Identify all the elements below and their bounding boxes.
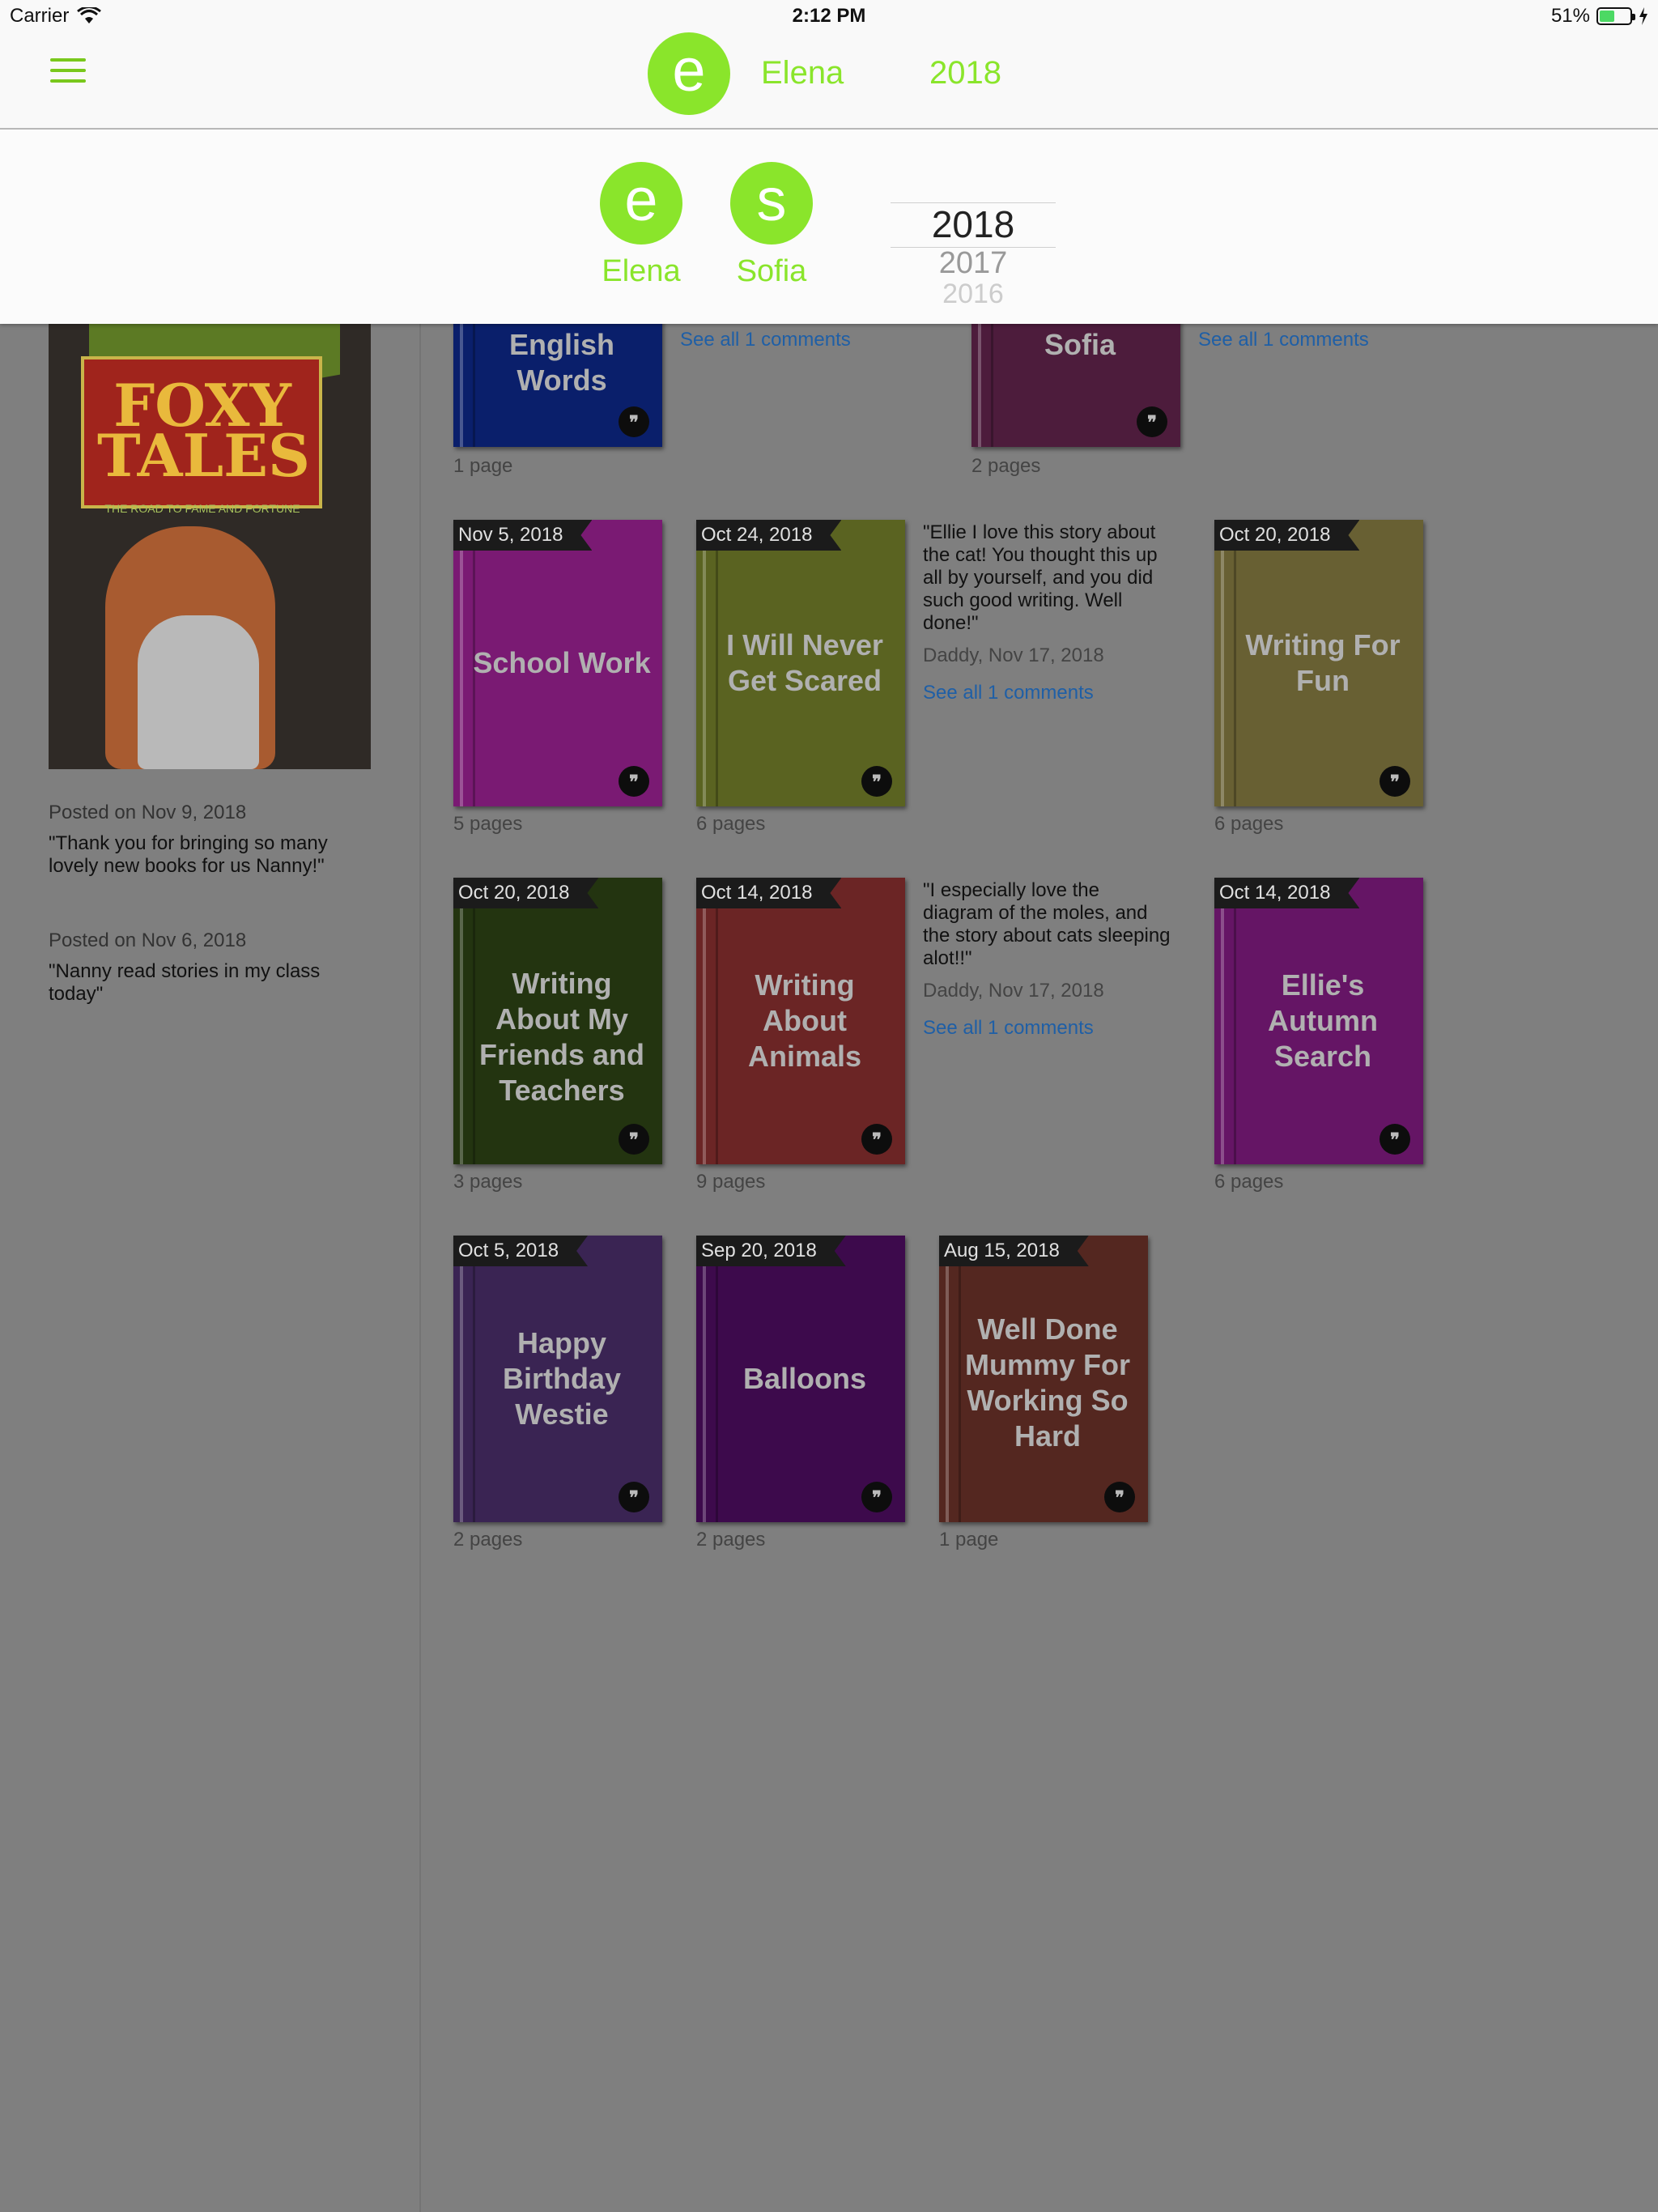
quote-icon[interactable]: ❞ bbox=[1137, 406, 1167, 437]
nav-year[interactable]: 2018 bbox=[929, 55, 1001, 91]
quote-icon[interactable]: ❞ bbox=[1380, 766, 1410, 797]
battery-fill bbox=[1600, 11, 1614, 22]
quote-icon[interactable]: ❞ bbox=[619, 1482, 649, 1512]
book-title: Balloons bbox=[742, 1362, 866, 1395]
year-option[interactable]: 2017 bbox=[891, 246, 1056, 280]
comment-author: Daddy, Nov 17, 2018 bbox=[923, 644, 1104, 666]
page-count: 1 page bbox=[453, 455, 513, 477]
nav-user-avatar[interactable]: e bbox=[648, 32, 730, 115]
book-card[interactable]: Happy Birthday Westie Oct 5, 2018 ❞ bbox=[453, 1236, 662, 1522]
post-date: Posted on Nov 6, 2018 bbox=[49, 929, 247, 951]
picker-user-name: Sofia bbox=[736, 254, 807, 288]
status-bar: Carrier 2:12 PM 51% bbox=[0, 0, 1658, 32]
page-count: 6 pages bbox=[1214, 1171, 1284, 1193]
book-card[interactable]: Writing About My Friends and Teachers Oc… bbox=[453, 878, 662, 1164]
nav-user-name[interactable]: Elena bbox=[761, 55, 844, 91]
quote-icon[interactable]: ❞ bbox=[1380, 1124, 1410, 1155]
comment-text: "Ellie I love this story about the cat! … bbox=[923, 521, 1158, 634]
picker-user-elena[interactable]: e Elena bbox=[593, 162, 690, 289]
book-card[interactable]: I Will Never Get Scared Oct 24, 2018 ❞ bbox=[696, 520, 905, 806]
sidebar-divider bbox=[419, 324, 421, 2212]
book-card[interactable]: Balloons Sep 20, 2018 ❞ bbox=[696, 1236, 905, 1522]
book-card[interactable]: Writing About Animals Oct 14, 2018 ❞ bbox=[696, 878, 905, 1164]
post-date: Posted on Nov 9, 2018 bbox=[49, 802, 247, 823]
featured-book-title: FOXY TALES bbox=[97, 371, 311, 490]
post-text: "Nanny read stories in my class today" bbox=[49, 960, 321, 1005]
quote-icon[interactable]: ❞ bbox=[619, 1124, 649, 1155]
user-year-picker: e Elena s Sofia 2018 2017 2016 bbox=[0, 130, 1658, 324]
post-item: Posted on Nov 6, 2018 "Nanny read storie… bbox=[49, 929, 372, 1006]
see-all-comments-link[interactable]: See all 1 comments bbox=[680, 329, 851, 351]
book-date-ribbon: Oct 14, 2018 bbox=[696, 878, 841, 908]
comment-text: "I especially love the diagram of the mo… bbox=[923, 879, 1171, 969]
quote-icon[interactable]: ❞ bbox=[619, 766, 649, 797]
book-date-ribbon: Oct 14, 2018 bbox=[1214, 878, 1359, 908]
book-date-ribbon: Oct 24, 2018 bbox=[696, 520, 841, 551]
page-count: 3 pages bbox=[453, 1171, 523, 1193]
book-card[interactable]: Well Done Mummy For Working So Hard Aug … bbox=[939, 1236, 1148, 1522]
comment-preview: "I especially love the diagram of the mo… bbox=[923, 879, 1174, 1040]
featured-book-subtitle: THE ROAD TO FAME AND FORTUNE bbox=[104, 502, 300, 515]
page-count: 5 pages bbox=[453, 813, 523, 835]
book-title: Writing For Fun bbox=[1245, 628, 1401, 697]
avatar: e bbox=[600, 162, 682, 245]
book-title: School Work bbox=[473, 646, 651, 679]
picker-user-sofia[interactable]: s Sofia bbox=[723, 162, 820, 289]
book-date-ribbon: Oct 20, 2018 bbox=[453, 878, 598, 908]
picker-user-name: Elena bbox=[602, 254, 681, 288]
charging-icon bbox=[1639, 7, 1647, 25]
page-count: 1 page bbox=[939, 1529, 999, 1551]
featured-book-cover[interactable]: FOXY TALES THE ROAD TO FAME AND FORTUNE bbox=[49, 267, 371, 769]
status-time: 2:12 PM bbox=[792, 5, 866, 27]
comment-author: Daddy, Nov 17, 2018 bbox=[923, 980, 1104, 1002]
quote-icon[interactable]: ❞ bbox=[1104, 1482, 1135, 1512]
quote-icon[interactable]: ❞ bbox=[861, 1124, 892, 1155]
battery-percent: 51% bbox=[1550, 5, 1590, 27]
book-card[interactable]: Ellie's Autumn Search Oct 14, 2018 ❞ bbox=[1214, 878, 1423, 1164]
book-title: I Will Never Get Scared bbox=[726, 628, 883, 697]
see-all-comments-link[interactable]: See all 1 comments bbox=[923, 682, 1174, 704]
book-card[interactable]: School Work Nov 5, 2018 ❞ bbox=[453, 520, 662, 806]
book-card[interactable]: Writing For Fun Oct 20, 2018 ❞ bbox=[1214, 520, 1423, 806]
book-title: Writing About Animals bbox=[747, 968, 862, 1073]
year-selection-band bbox=[891, 202, 1056, 248]
book-title: Well Done Mummy For Working So Hard bbox=[964, 1312, 1130, 1453]
battery-area: 51% bbox=[1551, 5, 1648, 28]
comment-preview: "Ellie I love this story about the cat! … bbox=[923, 521, 1174, 704]
book-date-ribbon: Sep 20, 2018 bbox=[696, 1236, 846, 1266]
avatar: s bbox=[730, 162, 813, 245]
post-text: "Thank you for bringing so many lovely n… bbox=[49, 832, 328, 877]
book-date-ribbon: Nov 5, 2018 bbox=[453, 520, 592, 551]
book-date-ribbon: Aug 15, 2018 bbox=[939, 1236, 1089, 1266]
see-all-comments-link[interactable]: See all 1 comments bbox=[923, 1017, 1174, 1040]
see-all-comments-link[interactable]: See all 1 comments bbox=[1198, 329, 1369, 351]
page-count: 9 pages bbox=[696, 1171, 766, 1193]
quote-icon[interactable]: ❞ bbox=[619, 406, 649, 437]
battery-icon bbox=[1596, 7, 1635, 25]
page-count: 6 pages bbox=[696, 813, 766, 835]
book-title: Ellie's Autumn Search bbox=[1268, 968, 1378, 1073]
page-count: 2 pages bbox=[453, 1529, 523, 1551]
book-date-ribbon: Oct 5, 2018 bbox=[453, 1236, 588, 1266]
post-item: Posted on Nov 9, 2018 "Thank you for bri… bbox=[49, 802, 372, 878]
year-option[interactable]: 2016 bbox=[891, 280, 1056, 308]
book-date-ribbon: Oct 20, 2018 bbox=[1214, 520, 1359, 551]
menu-icon[interactable] bbox=[50, 58, 86, 86]
book-title: Happy Birthday Westie bbox=[502, 1326, 622, 1431]
dress-illustration bbox=[138, 615, 259, 769]
quote-icon[interactable]: ❞ bbox=[861, 766, 892, 797]
book-title: Writing About My Friends and Teachers bbox=[478, 967, 645, 1107]
page-count: 6 pages bbox=[1214, 813, 1284, 835]
page-count: 2 pages bbox=[971, 455, 1041, 477]
page-count: 2 pages bbox=[696, 1529, 766, 1551]
quote-icon[interactable]: ❞ bbox=[861, 1482, 892, 1512]
year-wheel[interactable]: 2018 2017 2016 bbox=[891, 202, 1056, 308]
